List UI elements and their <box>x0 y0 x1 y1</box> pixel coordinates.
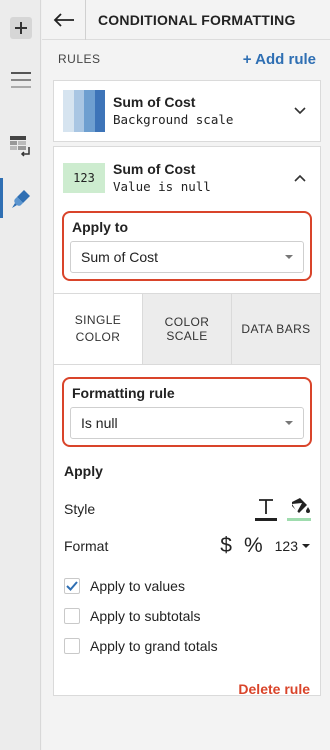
rule-card-background-scale[interactable]: Sum of Cost Background scale <box>53 80 321 142</box>
apply-to-values-row[interactable]: Apply to values <box>64 571 310 601</box>
add-rule-button[interactable]: + Add rule <box>243 51 316 68</box>
format-controls: $ % 123 <box>220 534 310 558</box>
formatting-rule-value: Is null <box>81 415 118 431</box>
apply-section: Apply Style Format $ % 123 Apply to valu… <box>54 447 320 697</box>
percent-format-button[interactable]: % <box>244 534 263 558</box>
delete-rule-button[interactable]: Delete rule <box>238 681 310 697</box>
checkmark-icon <box>66 581 78 591</box>
panel-title: CONDITIONAL FORMATTING <box>98 11 296 28</box>
style-label: Style <box>64 501 96 517</box>
rules-label: RULES <box>58 52 101 66</box>
formatting-rule-highlight: Formatting rule Is null <box>62 377 312 447</box>
fill-color-icon[interactable] <box>286 496 312 522</box>
tab-color-scale[interactable]: COLOR SCALE <box>142 294 231 364</box>
caret-down-icon <box>285 255 293 259</box>
apply-to-subtotals-row[interactable]: Apply to subtotals <box>64 601 310 631</box>
chevron-down-icon[interactable] <box>292 103 308 119</box>
number-format-dropdown[interactable]: 123 <box>275 538 310 554</box>
caret-down-icon <box>285 421 293 425</box>
swatch-segment <box>84 90 95 132</box>
apply-to-highlight: Apply to Sum of Cost <box>62 211 312 281</box>
rule-header[interactable]: Sum of Cost Background scale <box>54 81 320 141</box>
apply-to-values-checkbox[interactable] <box>64 578 80 594</box>
rules-bar: RULES + Add rule <box>42 40 330 78</box>
rule-name: Sum of Cost <box>113 161 196 177</box>
tab-label: COLOR SCALE <box>164 315 210 343</box>
rule-description: Background scale <box>113 112 234 127</box>
rule-header[interactable]: 123 Sum of Cost Value is null <box>54 147 320 209</box>
add-element-button[interactable] <box>0 8 41 48</box>
apply-to-section: Apply to Sum of Cost <box>54 211 320 281</box>
formatting-rule-section: Formatting rule Is null <box>54 377 320 447</box>
formatting-rule-label: Formatting rule <box>72 385 175 401</box>
format-label: Format <box>64 538 109 554</box>
apply-checkboxes: Apply to values Apply to subtotals Apply… <box>64 571 310 661</box>
list-lines-icon <box>10 72 31 88</box>
formatting-rule-select[interactable]: Is null <box>70 407 304 439</box>
apply-to-subtotals-label: Apply to subtotals <box>90 608 201 624</box>
table-format-button[interactable] <box>0 126 41 166</box>
panel-header: CONDITIONAL FORMATTING <box>42 0 330 40</box>
apply-to-subtotals-checkbox[interactable] <box>64 608 80 624</box>
tab-label: DATA BARS <box>241 322 311 336</box>
tab-single-color[interactable]: SINGLE COLOR <box>54 294 142 364</box>
tab-label-line1: SINGLE <box>74 313 122 327</box>
value-null-swatch: 123 <box>63 163 105 193</box>
number-format-label: 123 <box>274 538 298 554</box>
rule-text: Sum of Cost Value is null <box>113 160 211 196</box>
swatch-segment <box>73 90 84 132</box>
style-row: Style <box>64 495 312 523</box>
rule-name: Sum of Cost <box>113 94 196 110</box>
apply-to-grand-totals-checkbox[interactable] <box>64 638 80 654</box>
plus-icon <box>9 17 32 39</box>
rule-description: Value is null <box>113 179 211 194</box>
style-controls <box>254 496 312 522</box>
swatch-segment <box>63 90 74 132</box>
format-row: Format $ % 123 <box>64 531 310 561</box>
delete-row: Delete rule <box>64 681 310 697</box>
format-type-tabs: SINGLE COLOR COLOR SCALE DATA BARS <box>54 293 320 365</box>
apply-to-value: Sum of Cost <box>81 249 159 265</box>
currency-format-button[interactable]: $ <box>220 534 232 558</box>
arrow-left-icon <box>53 12 74 27</box>
conditional-formatting-panel: CONDITIONAL FORMATTING RULES + Add rule … <box>42 0 330 750</box>
apply-to-values-label: Apply to values <box>90 578 185 594</box>
text-color-icon[interactable] <box>254 496 278 522</box>
apply-title: Apply <box>64 463 103 479</box>
layers-button[interactable] <box>0 60 41 100</box>
apply-to-grand-totals-row[interactable]: Apply to grand totals <box>64 631 310 661</box>
rule-text: Sum of Cost Background scale <box>113 93 233 129</box>
paint-brush-icon <box>12 190 30 208</box>
tab-label-line2: COLOR <box>75 330 121 344</box>
chevron-up-icon[interactable] <box>292 170 308 186</box>
left-rail <box>0 0 41 750</box>
rule-card-value-is-null: 123 Sum of Cost Value is null Apply to S… <box>53 146 321 697</box>
table-format-icon <box>9 136 30 157</box>
tab-data-bars[interactable]: DATA BARS <box>231 294 320 364</box>
apply-to-select[interactable]: Sum of Cost <box>70 241 304 273</box>
apply-to-label: Apply to <box>72 219 128 235</box>
back-button[interactable] <box>42 0 86 40</box>
caret-down-icon <box>302 544 310 548</box>
color-scale-swatch <box>63 90 105 132</box>
swatch-segment <box>94 90 105 132</box>
apply-to-grand-totals-label: Apply to grand totals <box>90 638 218 654</box>
paint-brush-button[interactable] <box>0 178 41 218</box>
